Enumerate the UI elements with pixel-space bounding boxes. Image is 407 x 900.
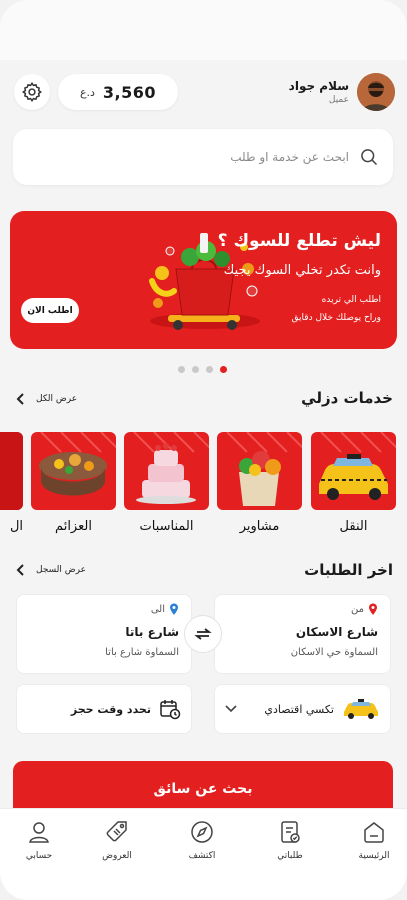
carousel-dot[interactable] xyxy=(206,366,213,373)
to-street: شارع باتا xyxy=(125,625,179,639)
carousel-dot[interactable] xyxy=(192,366,199,373)
service-label-transport: النقل xyxy=(339,519,368,534)
location-pin-icon xyxy=(170,603,178,615)
gear-icon xyxy=(22,82,42,102)
nav-account[interactable]: حسابي xyxy=(4,819,74,861)
taxi-icon xyxy=(344,699,378,719)
balance-amount: 3,560 xyxy=(102,82,157,102)
balance-currency: د.ع xyxy=(79,85,95,99)
promo-banner[interactable]: ليش تطلع للسوك ؟ وانت تكدر تخلي السوك يج… xyxy=(10,211,397,349)
view-all-link[interactable]: عرض الكل xyxy=(16,393,77,405)
tag-icon xyxy=(106,821,127,842)
view-history-label: عرض السجل xyxy=(36,565,86,575)
chevron-down-icon xyxy=(225,705,237,713)
orders-icon xyxy=(281,821,300,843)
to-area: السماوة شارع باتا xyxy=(105,647,179,658)
calendar-clock-icon xyxy=(160,700,181,720)
service-card-partial[interactable] xyxy=(0,432,23,510)
service-label-errands: مشاوير xyxy=(239,519,280,534)
carousel-dots xyxy=(178,366,227,373)
user-profile[interactable]: سلام جواد عميل xyxy=(289,73,395,111)
from-location-card[interactable]: من شارع الاسكان السماوة حي الاسكان xyxy=(214,594,391,674)
compass-icon xyxy=(191,821,213,843)
search-icon xyxy=(361,149,378,166)
nav-offers-label: العروض xyxy=(102,851,132,861)
banner-line-1: اطلب الي تريده xyxy=(321,295,381,305)
to-location-card[interactable]: الى شارع باتا السماوة شارع باتا xyxy=(16,594,192,674)
view-history-link[interactable]: عرض السجل xyxy=(16,564,86,576)
wallet-balance[interactable]: د.ع 3,560 xyxy=(58,74,178,110)
nav-explore-label: اكتشف xyxy=(188,851,216,861)
settings-button[interactable] xyxy=(14,74,50,110)
booking-time-label: تحدد وقت حجز xyxy=(70,702,151,716)
carousel-dot-active[interactable] xyxy=(220,366,227,373)
cake-icon xyxy=(133,432,209,504)
user-role: عميل xyxy=(328,95,349,105)
chevron-left-icon xyxy=(16,393,24,405)
search-input[interactable] xyxy=(49,150,349,164)
vehicle-label: تكسي اقتصادي xyxy=(264,702,334,716)
status-area xyxy=(0,0,407,60)
nav-orders[interactable]: طلباتي xyxy=(255,819,325,861)
service-label-partial: ال xyxy=(9,519,23,534)
app-screen: د.ع 3,560 سلام جواد عميل ابحث عن خدمة او… xyxy=(0,0,407,900)
bottom-navigation: الرئيسية طلباتي اكتشف العروض حسابي xyxy=(0,808,407,900)
vehicle-select[interactable]: تكسي اقتصادي xyxy=(214,684,391,734)
service-label-occasions: المناسبات xyxy=(139,519,194,534)
search-bar[interactable] xyxy=(13,129,393,185)
orders-title: اخر الطلبات xyxy=(304,561,393,579)
to-label: الى xyxy=(150,603,165,615)
nav-account-label: حسابي xyxy=(25,851,53,861)
partial-icon xyxy=(0,432,23,510)
from-street: شارع الاسكان xyxy=(295,625,378,639)
service-card-feasts[interactable] xyxy=(31,432,116,510)
carousel-dot[interactable] xyxy=(178,366,185,373)
nav-offers[interactable]: العروض xyxy=(82,819,152,861)
booking-time-select[interactable]: تحدد وقت حجز xyxy=(16,684,192,734)
location-pin-icon xyxy=(369,603,377,615)
service-label-feasts: العزائم xyxy=(55,519,92,534)
chevron-left-icon xyxy=(16,564,24,576)
order-now-button[interactable]: اطلب الان xyxy=(21,298,79,323)
from-area: السماوة حي الاسكان xyxy=(290,647,378,658)
user-icon xyxy=(29,822,49,843)
nav-home-label: الرئيسية xyxy=(358,851,390,861)
view-all-label: عرض الكل xyxy=(36,394,78,404)
service-card-transport[interactable] xyxy=(311,432,396,510)
banner-title: ليش تطلع للسوك ؟ xyxy=(217,231,381,251)
swap-icon xyxy=(194,628,212,640)
nav-home[interactable]: الرئيسية xyxy=(339,819,407,861)
nav-orders-label: طلباتي xyxy=(277,851,303,861)
service-card-occasions[interactable] xyxy=(124,432,209,510)
nav-explore[interactable]: اكتشف xyxy=(167,819,237,861)
swap-locations-button[interactable] xyxy=(184,615,222,653)
taxi-icon xyxy=(319,432,396,500)
service-card-errands[interactable] xyxy=(217,432,302,510)
grocery-bag-icon xyxy=(226,432,302,506)
feast-table-icon xyxy=(39,432,116,496)
banner-line-2: وراح يوصلك خلال دقايق xyxy=(291,313,381,323)
home-icon xyxy=(364,822,384,843)
avatar[interactable] xyxy=(357,73,395,111)
services-title: خدمات دزلي xyxy=(301,389,393,407)
user-name: سلام جواد xyxy=(288,79,349,93)
from-label: من xyxy=(351,603,364,615)
banner-subtitle: وانت تكدر تخلي السوك يجيك xyxy=(223,263,381,278)
